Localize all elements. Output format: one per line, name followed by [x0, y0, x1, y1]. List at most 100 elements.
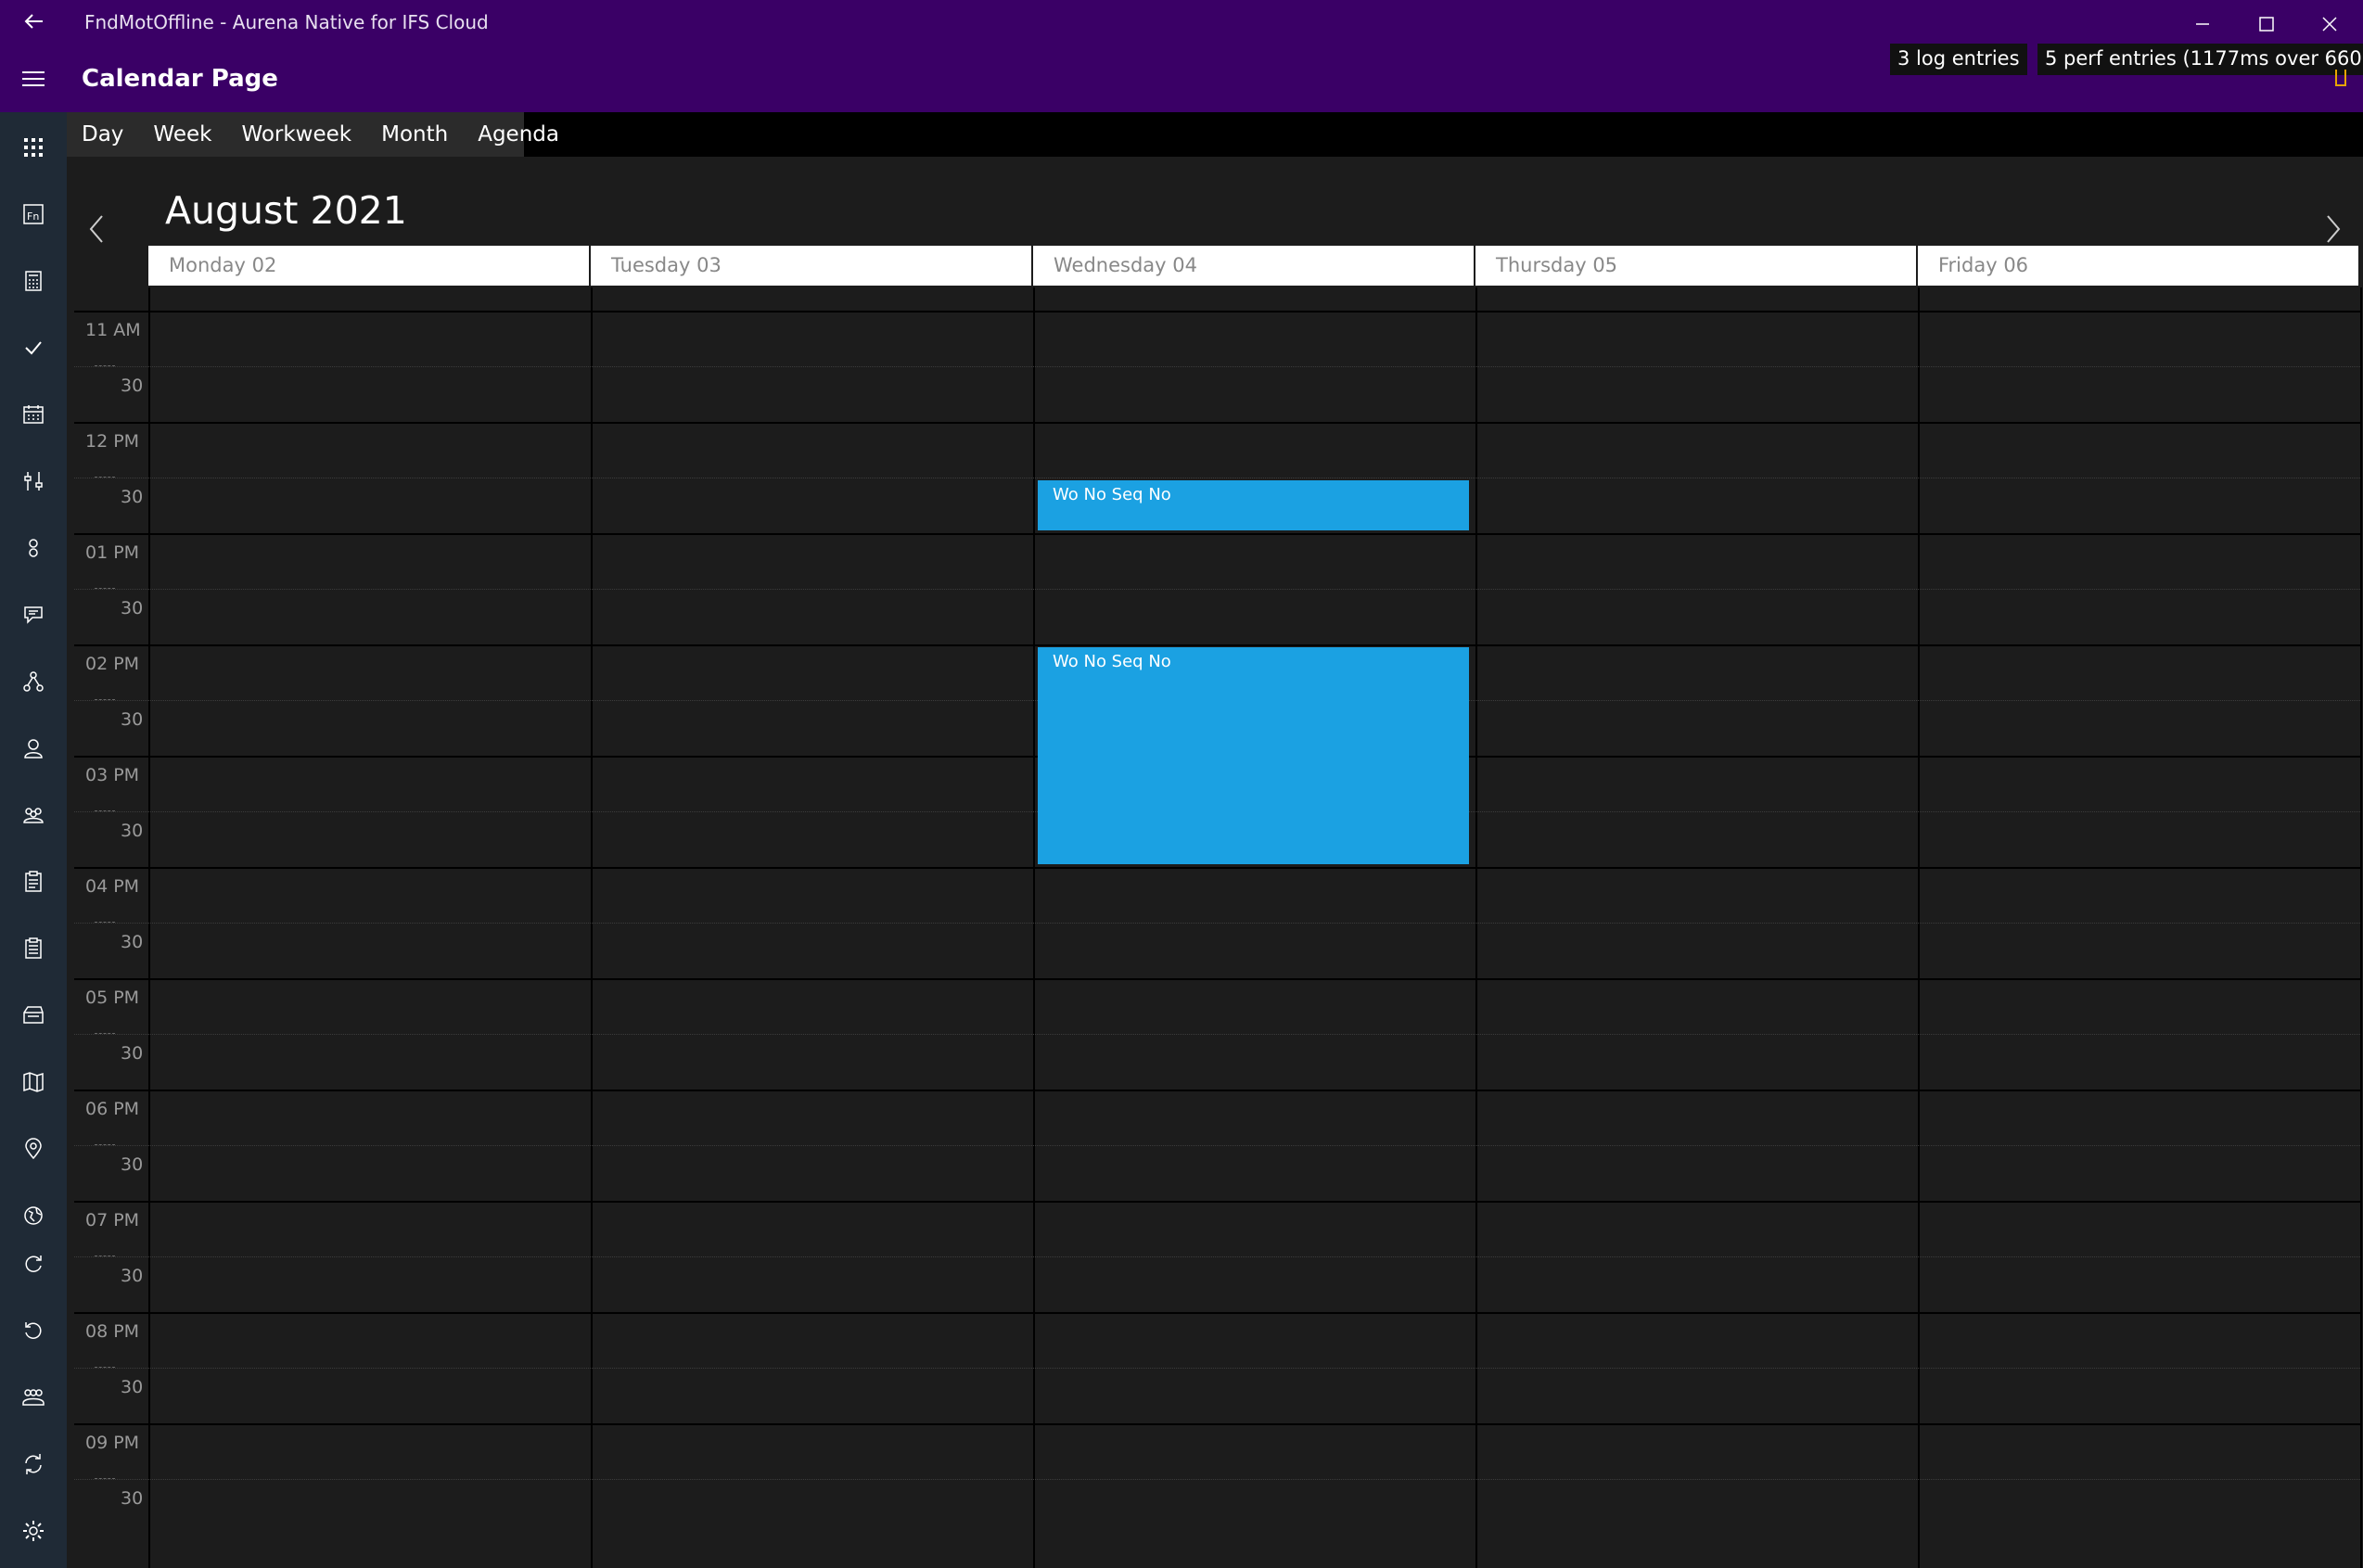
- page-title: Calendar Page: [82, 65, 278, 93]
- month-title: August 2021: [165, 188, 407, 233]
- svg-text:Fn: Fn: [27, 210, 39, 223]
- location-pin-icon[interactable]: [17, 1132, 50, 1166]
- minimize-icon[interactable]: [2186, 7, 2219, 41]
- day-header[interactable]: Thursday 05: [1475, 246, 1918, 286]
- time-label: 08 PM: [85, 1321, 140, 1342]
- day-column-divider: [2360, 287, 2362, 1568]
- tab-workweek[interactable]: Workweek: [226, 112, 366, 157]
- hour-gridline: [74, 1423, 2360, 1425]
- calendar-view: August 2021 Monday 02 Tuesday 03 Wednesd…: [67, 157, 2363, 1568]
- hour-gridline: [74, 644, 2360, 646]
- time-label: 30: [121, 932, 144, 952]
- tab-month[interactable]: Month: [366, 112, 463, 157]
- calendar-event[interactable]: Wo No Seq No: [1038, 480, 1469, 530]
- chat-icon[interactable]: [17, 598, 50, 631]
- time-label: 07 PM: [85, 1210, 140, 1230]
- time-grid[interactable]: 11 AM 30 12 PM 30 01 PM 30 02 PM 30 03 PM 30 04 PM…: [67, 287, 2363, 1568]
- tab-week[interactable]: Week: [138, 112, 226, 157]
- history-icon[interactable]: [17, 1314, 50, 1347]
- calendar-event[interactable]: Wo No Seq No: [1038, 647, 1469, 864]
- time-label: 30: [121, 709, 144, 730]
- calendar-icon[interactable]: [17, 398, 50, 431]
- map-icon[interactable]: [17, 1065, 50, 1099]
- sliders-icon[interactable]: [17, 465, 50, 498]
- half-hour-gridline: [74, 923, 2360, 924]
- key-icon[interactable]: [17, 531, 50, 565]
- half-hour-gridline: [74, 1145, 2360, 1146]
- maximize-icon[interactable]: [2250, 7, 2283, 41]
- half-hour-tick: [95, 810, 115, 811]
- clipboard-icon[interactable]: [17, 865, 50, 899]
- half-hour-gridline: [74, 1479, 2360, 1480]
- hour-gridline: [74, 978, 2360, 980]
- refresh-icon[interactable]: [17, 1447, 50, 1481]
- time-label: 03 PM: [85, 765, 140, 785]
- half-hour-tick: [95, 699, 115, 700]
- checkmark-icon[interactable]: [17, 331, 50, 364]
- time-label: 06 PM: [85, 1099, 140, 1119]
- day-column-divider: [148, 287, 150, 1568]
- half-hour-tick: [95, 922, 115, 923]
- half-hour-gridline: [74, 1256, 2360, 1257]
- day-header[interactable]: Friday 06: [1918, 246, 2360, 286]
- sync-icon[interactable]: [17, 1247, 50, 1281]
- half-hour-gridline: [74, 1034, 2360, 1035]
- half-hour-tick: [95, 588, 115, 589]
- time-label: 30: [121, 1488, 144, 1509]
- apps-grid-icon[interactable]: [17, 131, 50, 164]
- day-column-divider: [1475, 287, 1477, 1568]
- log-entries-badge[interactable]: 3 log entries: [1890, 44, 2027, 75]
- day-header[interactable]: Monday 02: [148, 246, 591, 286]
- time-label: 01 PM: [85, 542, 140, 563]
- window-title: FndMotOffline - Aurena Native for IFS Cl…: [84, 11, 489, 33]
- group-icon[interactable]: [17, 798, 50, 832]
- day-column-divider: [1918, 287, 1920, 1568]
- half-hour-tick: [95, 1367, 115, 1368]
- person-icon[interactable]: [17, 732, 50, 765]
- hamburger-menu-icon[interactable]: [20, 68, 46, 90]
- half-hour-tick: [95, 365, 115, 366]
- team-icon[interactable]: [17, 1381, 50, 1414]
- globe-icon[interactable]: [17, 1199, 50, 1232]
- view-tabs: Day Week Workweek Month Agenda: [67, 112, 559, 157]
- tab-day[interactable]: Day: [67, 112, 138, 157]
- back-arrow-icon[interactable]: [20, 7, 48, 35]
- network-icon[interactable]: [17, 665, 50, 698]
- time-label: 04 PM: [85, 876, 140, 897]
- time-label: 02 PM: [85, 654, 140, 674]
- view-tab-bar: Day Week Workweek Month Agenda: [67, 112, 2363, 157]
- time-label: 12 PM: [85, 431, 140, 452]
- time-label: 30: [121, 1154, 144, 1175]
- half-hour-tick: [95, 1144, 115, 1145]
- hour-gridline: [74, 1090, 2360, 1091]
- calculator-icon[interactable]: [17, 264, 50, 298]
- time-label: 30: [121, 487, 144, 507]
- half-hour-tick: [95, 1478, 115, 1479]
- status-indicator-icon: [2335, 70, 2346, 86]
- hour-gridline: [74, 1201, 2360, 1203]
- previous-chevron-icon[interactable]: [83, 210, 109, 248]
- time-label: 30: [121, 598, 144, 618]
- fn-icon[interactable]: Fn: [17, 198, 50, 231]
- time-label: 09 PM: [85, 1433, 140, 1453]
- half-hour-gridline: [74, 589, 2360, 590]
- day-column-divider: [1033, 287, 1035, 1568]
- next-chevron-icon[interactable]: [2320, 210, 2346, 248]
- perf-entries-badge[interactable]: 5 perf entries (1177ms over 660ms): [2037, 44, 2363, 75]
- half-hour-tick: [95, 477, 115, 478]
- time-label: 11 AM: [85, 320, 141, 340]
- day-column-divider: [591, 287, 593, 1568]
- tab-agenda[interactable]: Agenda: [463, 112, 574, 157]
- day-header[interactable]: Wednesday 04: [1033, 246, 1475, 286]
- time-label: 30: [121, 376, 144, 396]
- close-icon[interactable]: [2313, 7, 2346, 41]
- time-label: 30: [121, 821, 144, 841]
- day-header[interactable]: Tuesday 03: [591, 246, 1033, 286]
- half-hour-gridline: [74, 1368, 2360, 1369]
- settings-gear-icon[interactable]: [17, 1514, 50, 1548]
- inbox-icon[interactable]: [17, 999, 50, 1032]
- time-label: 30: [121, 1266, 144, 1286]
- half-hour-tick: [95, 1033, 115, 1034]
- left-navigation: Fn: [0, 112, 67, 1568]
- clipboard-list-icon[interactable]: [17, 932, 50, 965]
